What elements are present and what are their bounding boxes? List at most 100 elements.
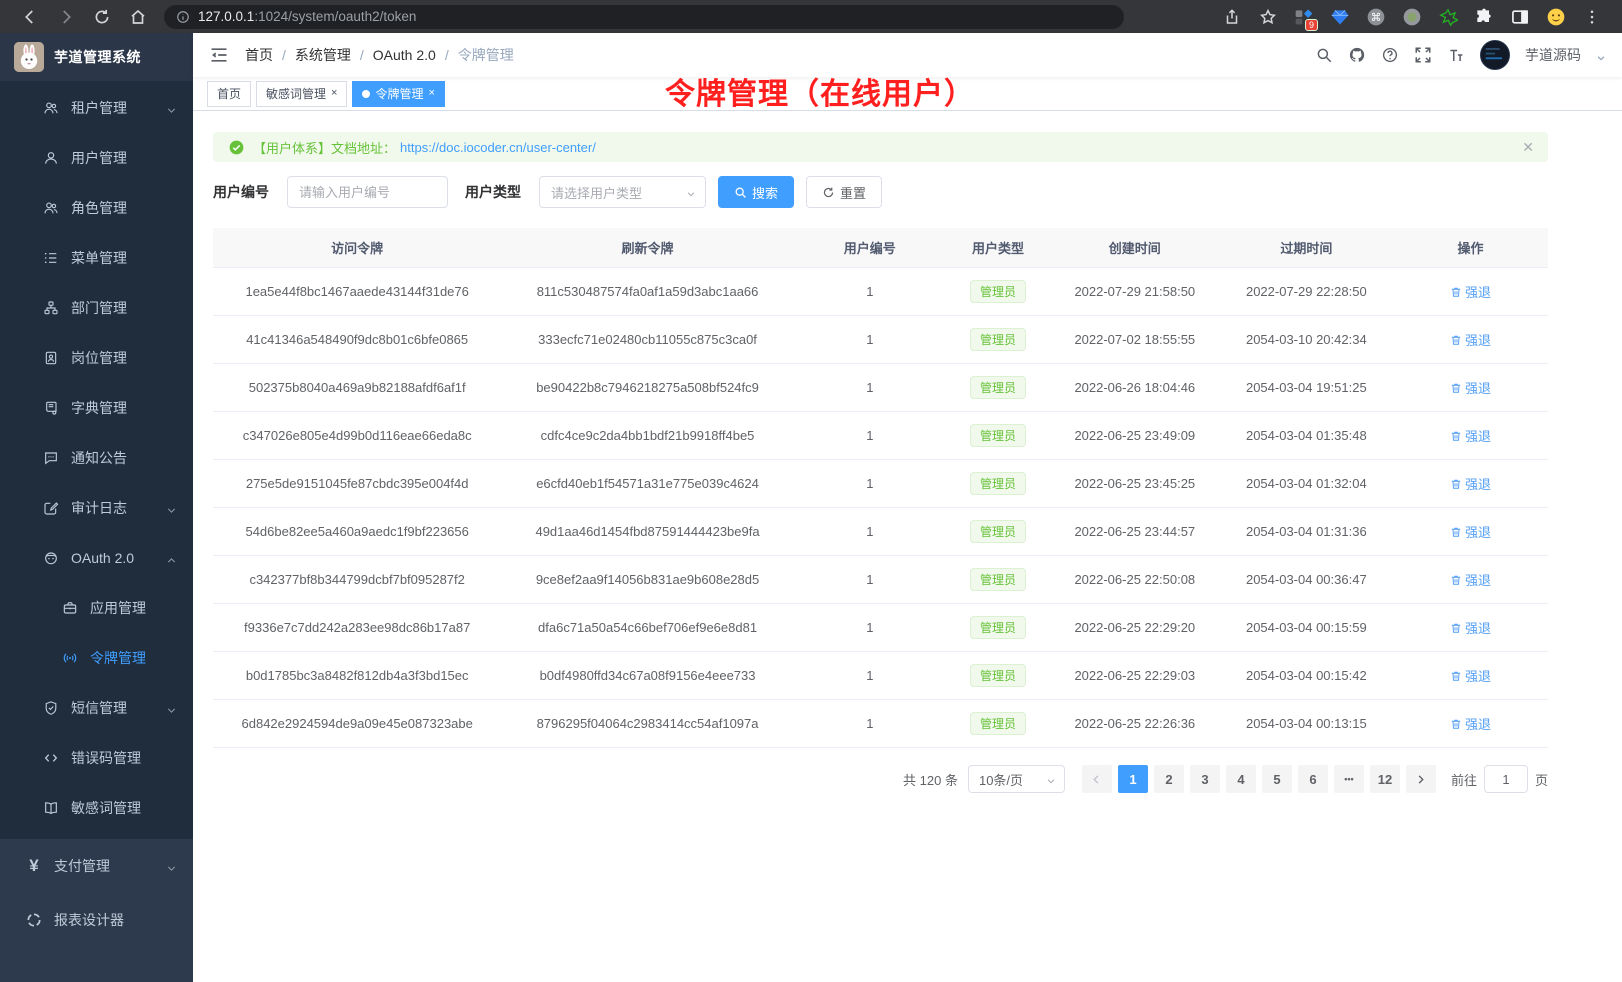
cell-refresh-token: e6cfd40eb1f54571a31e775e039c4624 [501,476,793,491]
url-bar[interactable]: 127.0.0.1:1024/system/oauth2/token [164,5,1124,29]
force-logout-button[interactable]: 强退 [1450,426,1491,445]
page-button[interactable]: 2 [1154,765,1184,793]
breadcrumb-item: 令牌管理 [458,45,514,65]
sidebar-item[interactable]: ¥支付管理 [0,839,193,893]
pagination: 共 120 条 10条/页 123456•••12 前往 页 [213,765,1548,793]
force-logout-button[interactable]: 强退 [1450,714,1491,733]
tab[interactable]: 首页 [207,81,251,107]
sidebar-item[interactable]: 敏感词管理 [0,783,193,833]
search-icon[interactable] [1315,46,1333,64]
cell-expire-time: 2054-03-04 00:15:42 [1220,668,1394,683]
bookmark-star-icon[interactable] [1259,8,1277,26]
code-icon [43,750,59,766]
table-row: 1ea5e44f8bc1467aaede43144f31de76811c5304… [213,268,1548,316]
page-button[interactable]: 6 [1298,765,1328,793]
profile-avatar-icon[interactable] [1546,7,1566,27]
sidebar-item[interactable]: OAuth 2.0 [0,533,193,583]
goto-page-input[interactable] [1484,765,1528,793]
breadcrumb-item[interactable]: 首页 [245,45,273,65]
app-title: 芋道管理系统 [54,47,141,67]
back-icon[interactable] [21,8,39,26]
user-name[interactable]: 芋道源码 [1525,45,1581,65]
extension-green-star-icon[interactable] [1438,7,1458,27]
page-button[interactable]: 12 [1370,765,1400,793]
home-icon[interactable] [129,8,147,26]
table-row: 54d6be82ee5a460a9aedc1f9bf22365649d1aa46… [213,508,1548,556]
next-page-button[interactable] [1406,765,1436,793]
user-type-select[interactable]: 请选择用户类型 [539,176,706,208]
extension-gem-icon[interactable] [1330,7,1350,27]
more-pages-button[interactable]: ••• [1334,765,1364,793]
help-icon[interactable] [1381,46,1399,64]
reload-icon[interactable] [93,8,111,26]
cell-user-id: 1 [794,572,946,587]
sidebar-item[interactable]: 菜单管理 [0,233,193,283]
tab-label: 令牌管理 [375,85,423,102]
user-avatar[interactable] [1480,40,1510,70]
cell-refresh-token: be90422b8c7946218275a508bf524fc9 [501,380,793,395]
alert-doc-link[interactable]: https://doc.iocoder.cn/user-center/ [400,140,596,155]
force-logout-button[interactable]: 强退 [1450,618,1491,637]
sidebar-item[interactable]: 令牌管理 [0,633,193,683]
page-button[interactable]: 4 [1226,765,1256,793]
close-icon[interactable]: × [331,88,337,99]
font-size-icon[interactable] [1447,46,1465,64]
fullscreen-icon[interactable] [1414,46,1432,64]
force-logout-button[interactable]: 强退 [1450,522,1491,541]
alert-close-icon[interactable]: ✕ [1522,139,1534,156]
prev-page-button[interactable] [1082,765,1112,793]
sidebar-item[interactable]: 角色管理 [0,183,193,233]
sidebar-item[interactable]: 审计日志 [0,483,193,533]
sidebar-item[interactable]: 短信管理 [0,683,193,733]
alert-text: 【用户体系】文档地址： [253,138,396,157]
sidebar-item[interactable]: 应用管理 [0,583,193,633]
page-button[interactable]: 3 [1190,765,1220,793]
sidebar-item[interactable]: 租户管理 [0,83,193,133]
sidebar-item-label: OAuth 2.0 [71,550,134,566]
breadcrumb-item[interactable]: 系统管理 [295,45,351,65]
breadcrumb-item[interactable]: OAuth 2.0 [373,47,436,63]
trash-icon [1450,334,1462,346]
tab[interactable]: 敏感词管理× [256,81,347,107]
page-size-select[interactable]: 10条/页 [968,765,1065,793]
tab[interactable]: 令牌管理 × [352,81,444,107]
force-logout-button[interactable]: 强退 [1450,330,1491,349]
cell-access-token: f9336e7c7dd242a283ee98dc86b17a87 [213,620,501,635]
sidebar-item[interactable]: 报表设计器 [0,893,193,947]
sidebar-item[interactable]: 部门管理 [0,283,193,333]
sidebar-item-label: 报表设计器 [54,910,124,930]
sidebar-item[interactable]: 岗位管理 [0,333,193,383]
sidebar-item[interactable]: 错误码管理 [0,733,193,783]
sidebar-item[interactable]: 通知公告 [0,433,193,483]
force-logout-button[interactable]: 强退 [1450,570,1491,589]
close-icon[interactable]: × [428,88,434,99]
extension-command-icon[interactable]: ⌘ [1366,7,1386,27]
extension-record-icon[interactable] [1402,7,1422,27]
cell-user-type: 管理员 [946,280,1050,303]
force-logout-button[interactable]: 强退 [1450,282,1491,301]
github-icon[interactable] [1348,46,1366,64]
cell-access-token: c342377bf8b344799dcbf7bf095287f2 [213,572,501,587]
cell-actions: 强退 [1393,522,1548,541]
force-logout-button[interactable]: 强退 [1450,378,1491,397]
browser-menu-icon[interactable] [1583,8,1601,26]
force-logout-button[interactable]: 强退 [1450,666,1491,685]
forward-icon[interactable] [57,8,75,26]
chevron-down-icon[interactable] [1596,50,1606,60]
reset-button[interactable]: 重置 [806,176,882,208]
logo[interactable]: 芋道管理系统 [0,33,193,81]
extension-tampermonkey-icon[interactable]: 9 [1294,7,1314,27]
force-logout-button[interactable]: 强退 [1450,474,1491,493]
site-info-icon[interactable] [176,10,190,24]
sidebar-item[interactable]: 用户管理 [0,133,193,183]
sidebar-item[interactable]: 字典管理 [0,383,193,433]
extensions-puzzle-icon[interactable] [1474,7,1494,27]
user-id-input[interactable] [287,176,448,208]
collapse-sidebar-icon[interactable] [209,45,229,65]
side-panel-icon[interactable] [1510,7,1530,27]
share-icon[interactable] [1223,8,1241,26]
table-row: 41c41346a548490f9dc8b01c6bfe0865333ecfc7… [213,316,1548,364]
page-button[interactable]: 1 [1118,765,1148,793]
search-button[interactable]: 搜索 [718,176,794,208]
page-button[interactable]: 5 [1262,765,1292,793]
